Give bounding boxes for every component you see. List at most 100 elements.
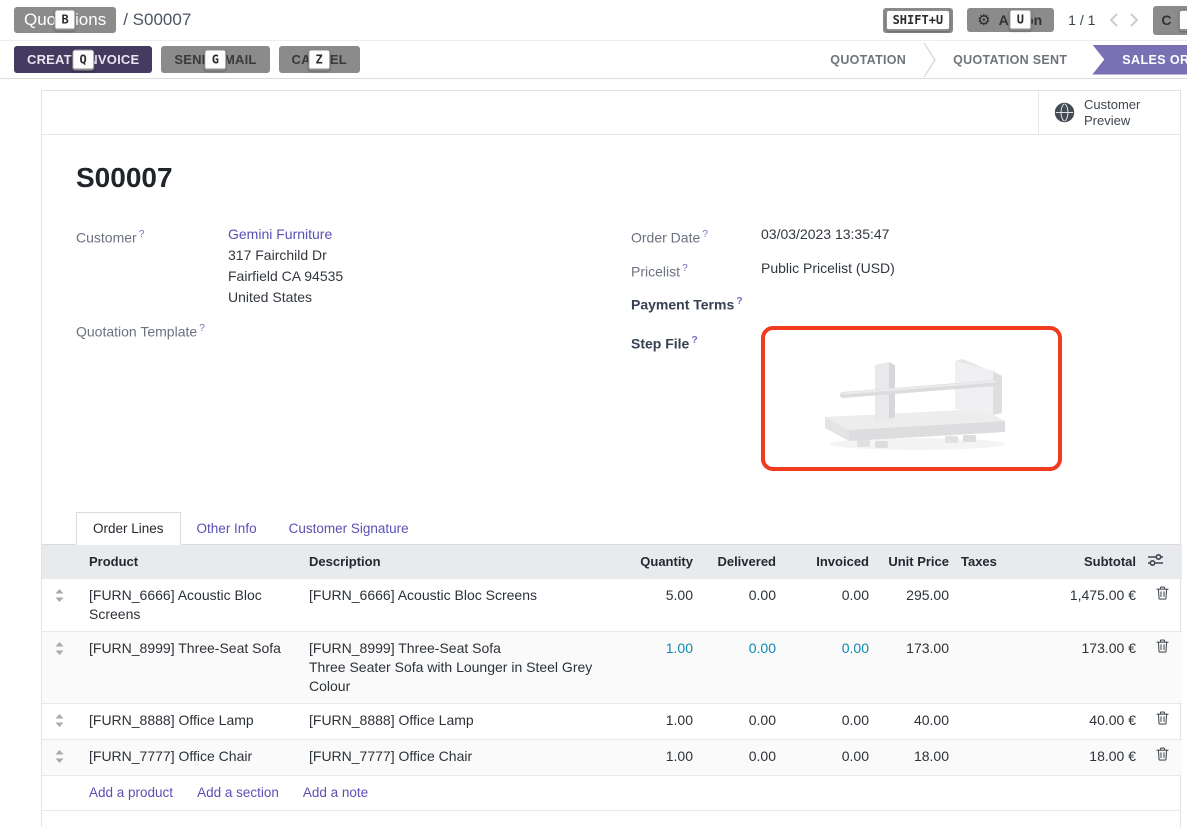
action-menu-button[interactable]: ⚙ Action U [967,8,1054,32]
delete-line-button[interactable] [1142,739,1182,775]
cell-quantity[interactable]: 1.00 [609,739,699,775]
cell-quantity[interactable]: 1.00 [609,703,699,739]
sort-handle-icon [55,642,64,655]
cell-unit-price[interactable]: 40.00 [875,703,955,739]
pager-previous-button[interactable] [1109,13,1118,27]
order-line-row: [FURN_8999] Three-Seat Sofa [FURN_8999] … [42,631,1182,703]
cell-quantity-modified[interactable]: 1.00 [609,631,699,703]
shortcut-keycap-shift-u: SHIFT+U [886,10,951,31]
row-drag-handle[interactable] [42,703,76,739]
cell-invoiced[interactable]: 0.00 [782,578,875,631]
quotation-template-label: Quotation Template? [76,318,228,342]
cell-unit-price[interactable]: 173.00 [875,631,955,703]
cell-invoiced[interactable]: 0.00 [782,739,875,775]
sliders-icon [1148,554,1163,566]
status-step-sales-order-active[interactable]: SALES ORDER [1092,45,1187,75]
step-file-preview-box[interactable] [761,326,1062,471]
shortcut-keycap-clipped [1179,10,1187,31]
cancel-button[interactable]: CANCEL Z [279,46,360,73]
add-a-product-link[interactable]: Add a product [89,785,173,800]
tab-order-lines[interactable]: Order Lines [76,512,181,545]
step-file-label: Step File? [631,330,761,354]
trash-icon [1156,639,1169,653]
shortcut-keycap-u: U [1010,10,1031,31]
cell-taxes[interactable] [955,578,1030,631]
address-line-2: Fairfield CA 94535 [228,266,591,287]
row-drag-handle[interactable] [42,631,76,703]
trash-icon [1156,711,1169,725]
cell-product[interactable]: [FURN_8888] Office Lamp [76,703,303,739]
table-footer-links: Add a product Add a section Add a note [42,775,1180,811]
table-header-row: Product Description Quantity Delivered I… [42,545,1182,579]
order-date-label: Order Date? [631,224,761,248]
sales-order-form-view: Quotations B / S00007 SHIFT+U ⚙ Action U… [0,0,1187,827]
cell-delivered[interactable]: 0.00 [699,578,782,631]
help-icon: ? [139,228,145,240]
chevron-right-icon [1130,13,1139,27]
cell-invoiced[interactable]: 0.00 [782,703,875,739]
cell-taxes[interactable] [955,739,1030,775]
cell-description[interactable]: [FURN_7777] Office Chair [303,739,609,775]
trash-icon [1156,747,1169,761]
clipped-edge-button[interactable]: C [1153,6,1187,35]
column-header-subtotal: Subtotal [1030,545,1142,579]
pricelist-label: Pricelist? [631,258,761,282]
delete-line-button[interactable] [1142,703,1182,739]
customer-label: Customer? [76,224,228,248]
pager-next-button[interactable] [1130,13,1139,27]
status-step-quotation-sent[interactable]: QUOTATION SENT [936,53,1084,67]
field-pricelist: Pricelist? Public Pricelist (USD) [631,258,1146,282]
add-a-section-link[interactable]: Add a section [197,785,279,800]
row-drag-handle[interactable] [42,578,76,631]
notebook-tabs: Order Lines Other Info Customer Signatur… [42,512,1180,545]
status-step-quotation[interactable]: QUOTATION [813,53,923,67]
customer-address: 317 Fairchild Dr Fairfield CA 94535 Unit… [228,245,591,308]
optional-columns-button[interactable] [1142,545,1182,579]
order-date-value[interactable]: 03/03/2023 13:35:47 [761,224,1146,245]
cell-unit-price[interactable]: 295.00 [875,578,955,631]
cell-description[interactable]: [FURN_8999] Three-Seat Sofa Three Seater… [303,631,609,703]
cell-product[interactable]: [FURN_8999] Three-Seat Sofa [76,631,303,703]
cell-delivered[interactable]: 0.00 [699,703,782,739]
clipped-edge-button-label: C [1161,12,1171,28]
step-file-3d-part [797,341,1027,456]
cell-taxes[interactable] [955,703,1030,739]
customer-value: Gemini Furniture 317 Fairchild Dr Fairfi… [228,224,591,308]
cell-quantity[interactable]: 5.00 [609,578,699,631]
breadcrumb-quotations[interactable]: Quotations B [14,7,116,33]
add-a-note-link[interactable]: Add a note [303,785,368,800]
chevron-left-icon [1109,13,1118,27]
control-panel-right: SHIFT+U ⚙ Action U 1 / 1 C [883,6,1177,35]
cell-description[interactable]: [FURN_6666] Acoustic Bloc Screens [303,578,609,631]
order-reference-title: S00007 [76,162,1146,194]
cell-description[interactable]: [FURN_8888] Office Lamp [303,703,609,739]
pricelist-value[interactable]: Public Pricelist (USD) [761,258,1146,279]
field-grid: Customer? Gemini Furniture 317 Fairchild… [76,224,1146,481]
customer-preview-button[interactable]: Customer Preview [1038,91,1180,134]
address-line-1: 317 Fairchild Dr [228,245,591,266]
cell-taxes[interactable] [955,631,1030,703]
cell-product[interactable]: [FURN_6666] Acoustic Bloc Screens [76,578,303,631]
cell-product[interactable]: [FURN_7777] Office Chair [76,739,303,775]
sheet-body: S00007 Customer? Gemini Furniture 317 Fa… [42,162,1180,481]
column-header-invoiced: Invoiced [782,545,875,579]
cell-delivered[interactable]: 0.00 [699,739,782,775]
create-invoice-button[interactable]: CREATE INVOICE Q [14,46,152,73]
tab-customer-signature[interactable]: Customer Signature [273,513,425,544]
field-customer: Customer? Gemini Furniture 317 Fairchild… [76,224,591,308]
payment-terms-label: Payment Terms? [631,291,761,315]
control-panel: Quotations B / S00007 SHIFT+U ⚙ Action U… [0,0,1187,41]
help-icon: ? [682,262,688,274]
field-order-date: Order Date? 03/03/2023 13:35:47 [631,224,1146,248]
row-drag-handle[interactable] [42,739,76,775]
cell-invoiced-modified[interactable]: 0.00 [782,631,875,703]
customer-link[interactable]: Gemini Furniture [228,226,332,242]
send-email-button[interactable]: SEND EMAIL G [161,46,269,73]
cell-unit-price[interactable]: 18.00 [875,739,955,775]
cell-delivered-modified[interactable]: 0.00 [699,631,782,703]
delete-line-button[interactable] [1142,578,1182,631]
tab-other-info[interactable]: Other Info [181,513,273,544]
delete-line-button[interactable] [1142,631,1182,703]
help-icon: ? [691,334,697,346]
trash-icon [1156,586,1169,600]
